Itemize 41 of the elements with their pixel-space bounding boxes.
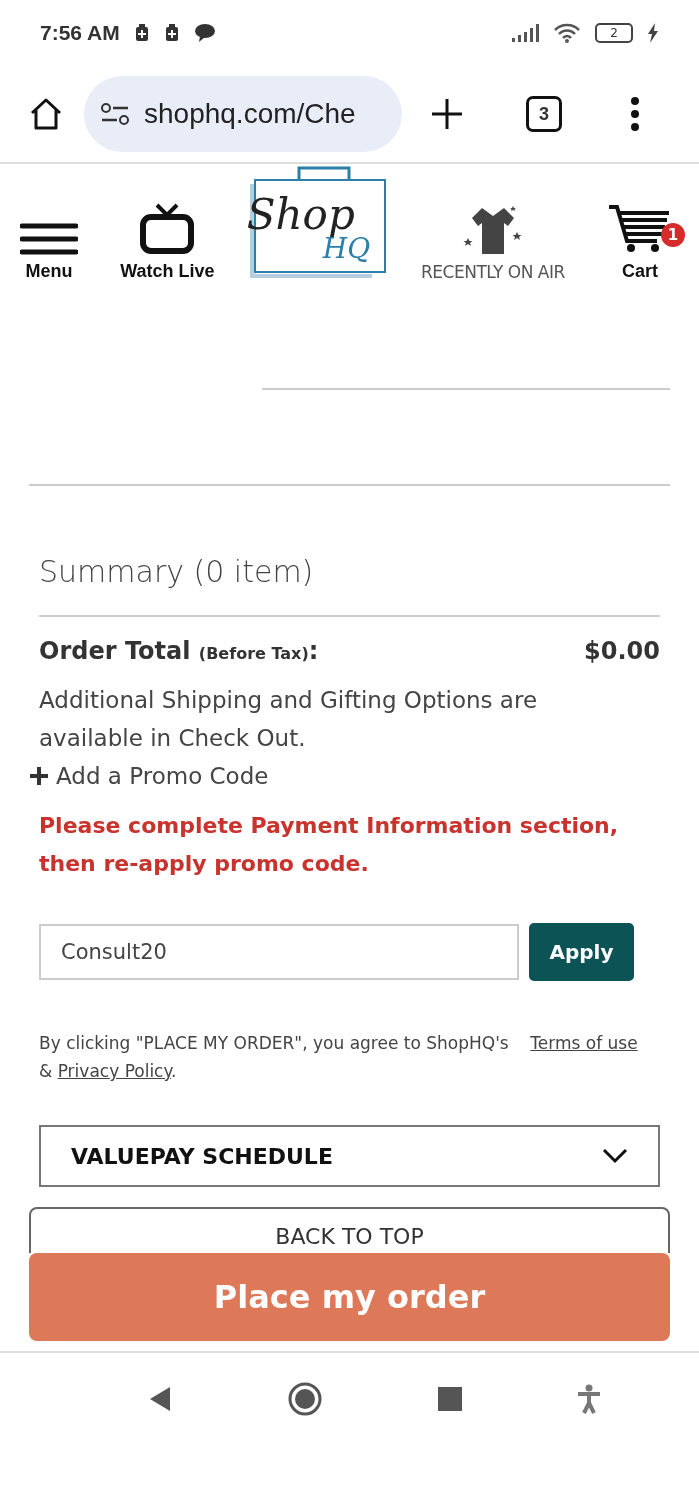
summary-title: Summary (0 item) [39,554,315,589]
home-icon[interactable] [28,96,64,132]
menu-icon[interactable] [20,223,78,255]
promo-error-message: Please complete Payment Information section, then re-apply promo code. [39,812,620,878]
status-time: 7:56 AM [40,21,120,45]
shirt-icon[interactable] [461,204,524,256]
home-circle-icon[interactable] [286,1381,323,1417]
accessibility-icon[interactable] [577,1384,602,1414]
battery-indicator: 2 [595,23,633,43]
more-options-icon[interactable] [630,97,640,131]
new-tab-icon[interactable] [430,97,464,131]
menu-button[interactable]: Menu [20,223,78,282]
back-to-top-button[interactable]: BACK TO TOP [29,1207,670,1253]
battery-saver-icon [163,24,180,42]
chevron-icon[interactable] [602,1148,628,1164]
add-promo-code-toggle[interactable]: Add a Promo Code [30,763,660,789]
plus-icon[interactable] [30,767,48,785]
terms-text: By clicking "PLACE MY ORDER", you agree to ShopHQ's Terms of use & Privacy Policy. [39,1032,639,1083]
valuepay-dropdown[interactable]: VALUEPAY SCHEDULE [39,1125,660,1187]
terms-of-use-link[interactable]: Terms of use [530,1033,638,1053]
battery-saver-icon [133,24,150,42]
wifi-icon [553,23,581,43]
chat-icon [193,23,216,43]
tab-count-button[interactable]: 3 [526,96,562,132]
url-text: shophq.com/Che [144,98,356,130]
recents-icon[interactable] [438,1387,463,1411]
privacy-policy-link[interactable]: Privacy Policy [57,1061,172,1081]
signal-icon [511,24,539,42]
address-bar[interactable]: shophq.com/Che [84,76,402,152]
order-total-label: Order Total (Before Tax): [39,637,319,665]
promo-code-field[interactable]: Consult20 [39,924,519,980]
watch-live-button[interactable]: Watch Live [120,203,215,282]
charging-icon [647,23,659,43]
recently-on-air-button[interactable]: RECENTLY ON AIR [421,204,565,282]
cart-button[interactable]: 1 Cart [606,201,685,282]
site-settings-icon[interactable] [100,102,130,126]
cart-count-badge: 1 [660,223,685,247]
order-total-value: $0.00 [584,637,660,665]
tv-icon[interactable] [139,203,196,255]
shipping-info-text: Additional Shipping and Gifting Options are available in Check Out. [39,686,539,753]
apply-button[interactable]: Apply [529,923,634,981]
